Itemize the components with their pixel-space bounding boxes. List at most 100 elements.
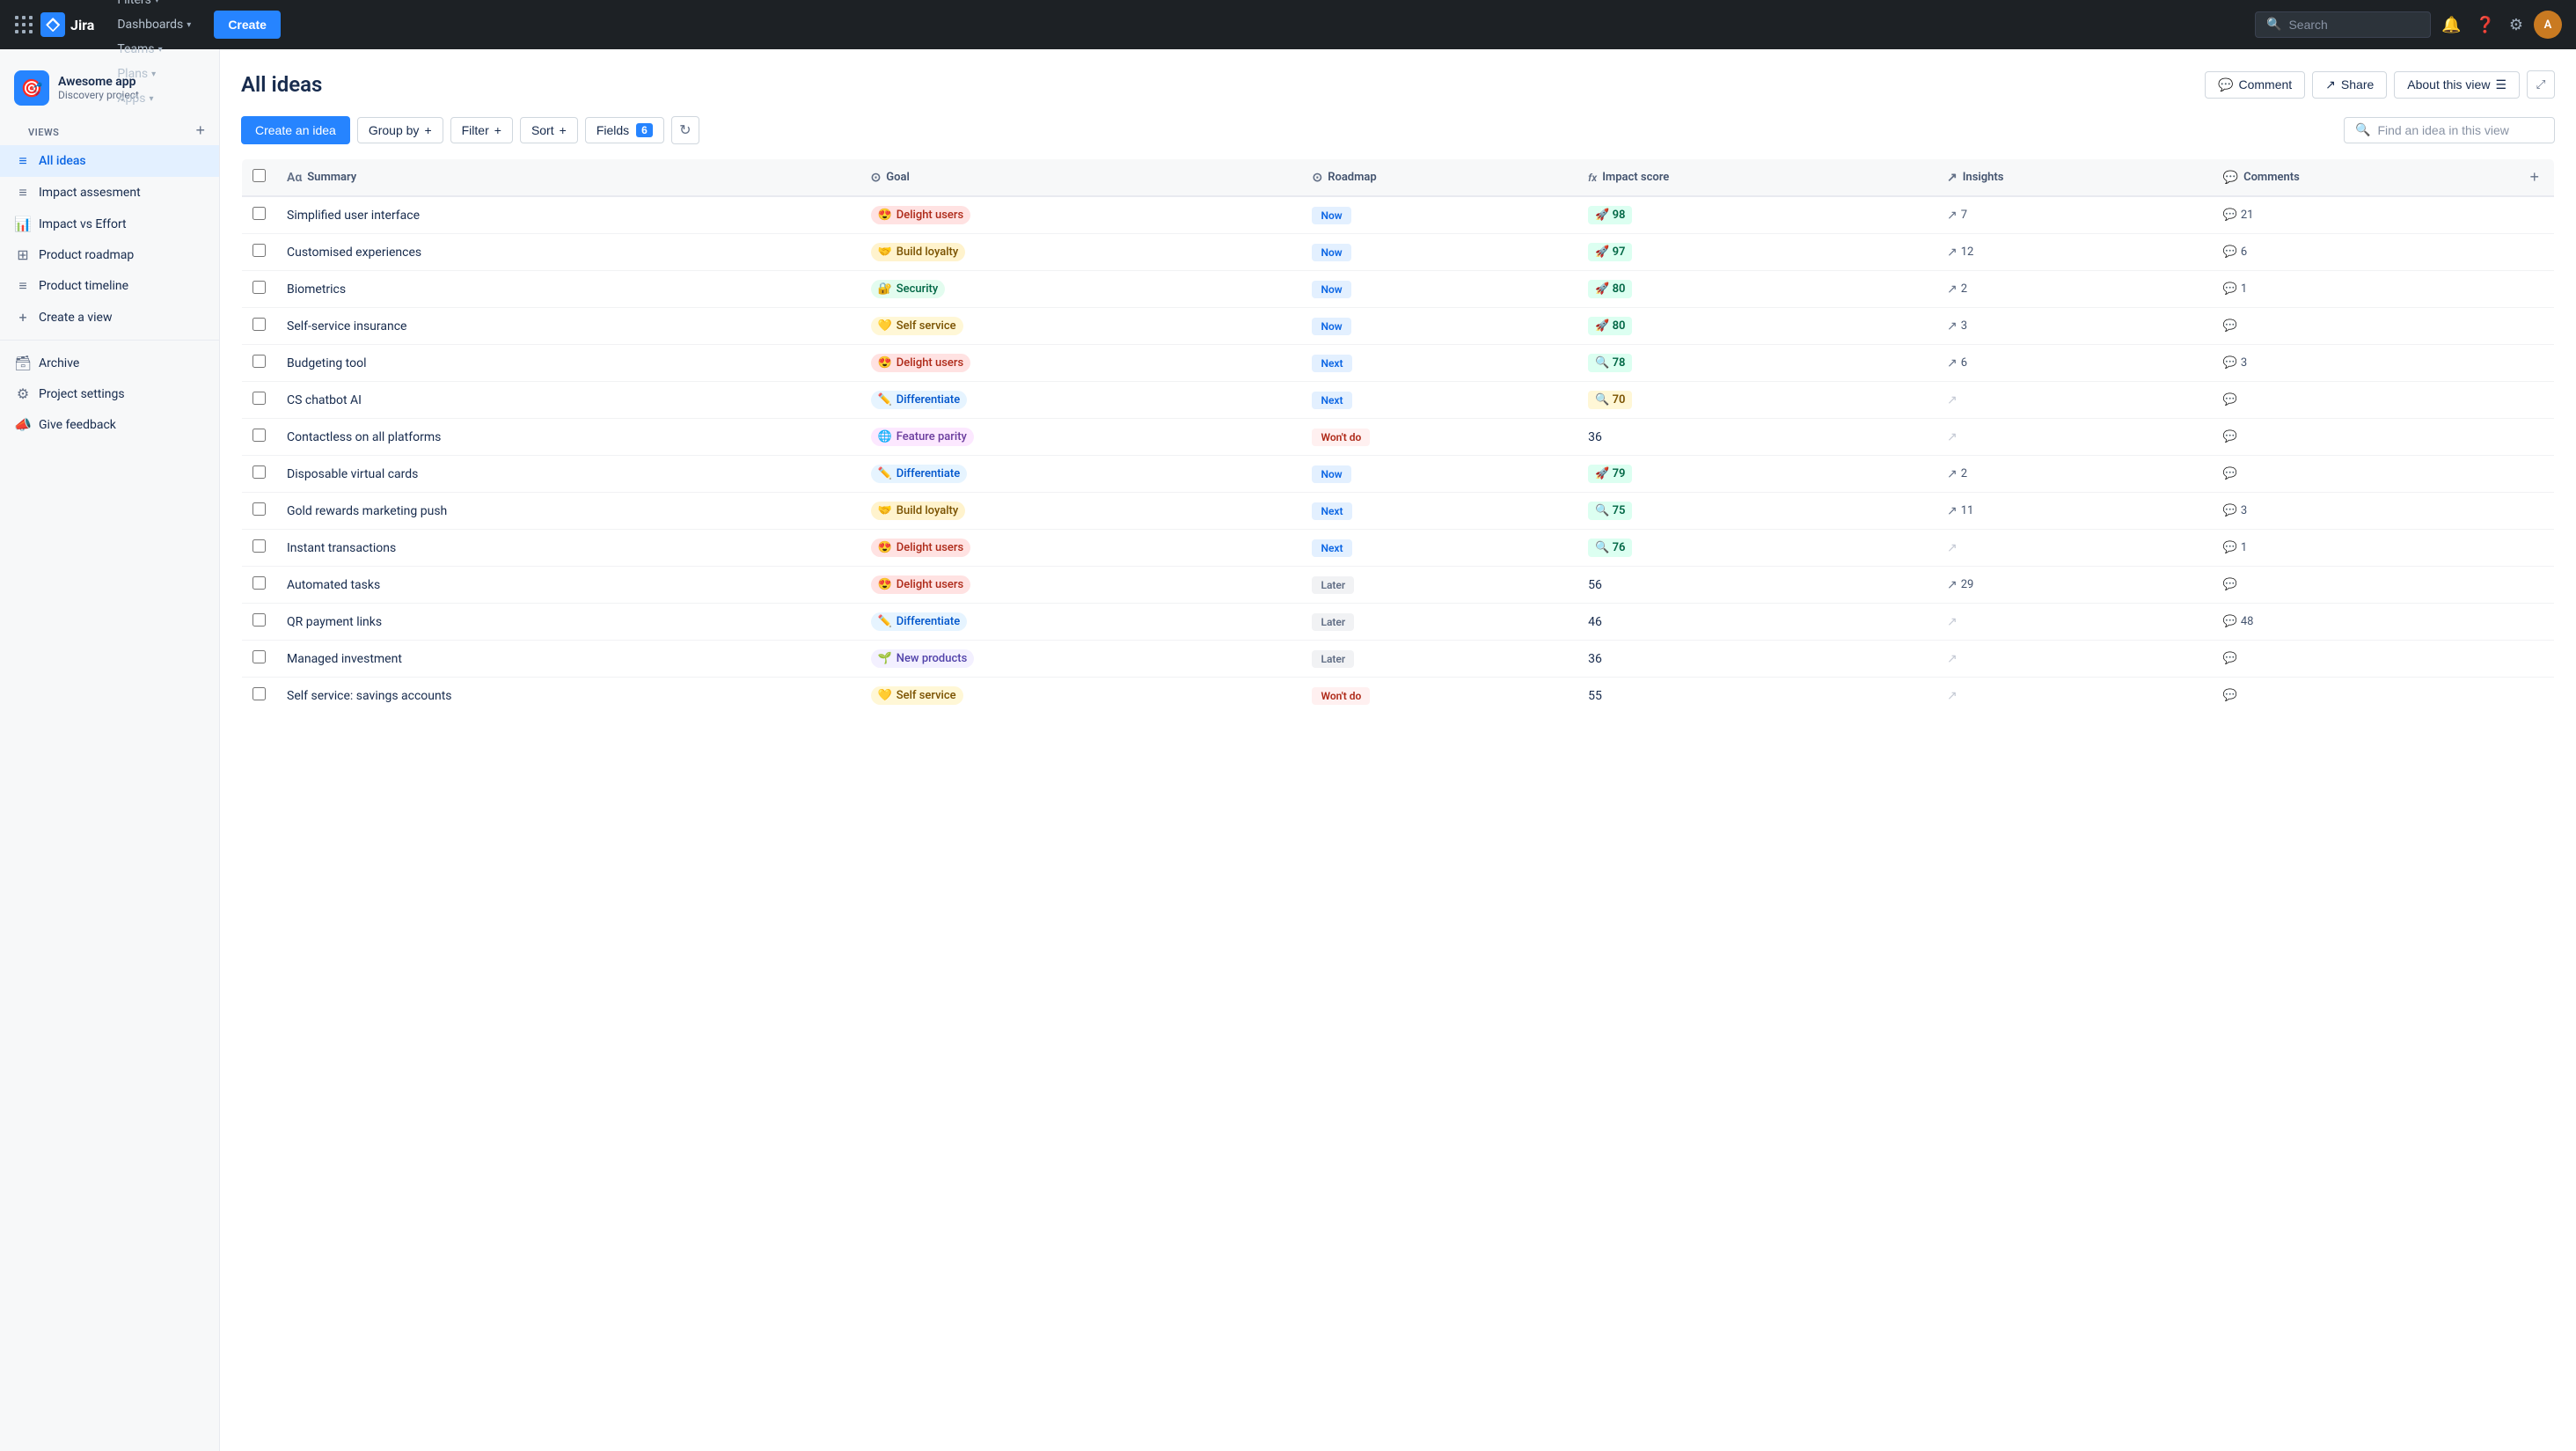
roadmap-badge[interactable]: Won't do xyxy=(1312,429,1370,446)
row-checkbox[interactable] xyxy=(252,281,266,294)
roadmap-badge[interactable]: Later xyxy=(1312,613,1354,631)
roadmap-badge[interactable]: Later xyxy=(1312,650,1354,668)
row-checkbox[interactable] xyxy=(252,539,266,553)
roadmap-badge[interactable]: Next xyxy=(1312,392,1351,409)
sidebar-bottom: 🗃Archive⚙Project settings📣Give feedback xyxy=(0,348,219,440)
row-summary-cell[interactable]: Biometrics xyxy=(276,271,860,308)
goal-badge[interactable]: ✏️ Differentiate xyxy=(871,391,968,409)
select-all-checkbox[interactable] xyxy=(252,169,266,182)
add-column-button[interactable]: + xyxy=(2530,168,2540,187)
roadmap-badge[interactable]: Later xyxy=(1312,576,1354,594)
search-input[interactable] xyxy=(2288,18,2419,32)
row-summary-cell[interactable]: Customised experiences xyxy=(276,234,860,271)
insights-empty: ↗ xyxy=(1947,689,2202,703)
add-view-button[interactable]: + xyxy=(195,121,205,140)
sidebar-item-project-settings[interactable]: ⚙Project settings xyxy=(0,378,219,409)
row-summary-cell[interactable]: QR payment links xyxy=(276,604,860,641)
row-checkbox[interactable] xyxy=(252,429,266,442)
sort-button[interactable]: Sort + xyxy=(520,117,578,143)
row-checkbox[interactable] xyxy=(252,318,266,331)
roadmap-badge[interactable]: Next xyxy=(1312,355,1351,372)
nav-items: Your work▾Projects▾Filters▾Dashboards▾Te… xyxy=(108,0,200,111)
find-idea-input[interactable] xyxy=(2377,123,2543,137)
row-checkbox[interactable] xyxy=(252,687,266,700)
goal-label: Feature parity xyxy=(896,430,967,443)
goal-badge[interactable]: 🔐 Security xyxy=(871,280,946,298)
goal-badge[interactable]: 😍 Delight users xyxy=(871,206,971,224)
row-summary-cell[interactable]: Gold rewards marketing push xyxy=(276,493,860,530)
help-icon[interactable]: ❓ xyxy=(2471,12,2498,38)
sidebar-item-impact-assesment[interactable]: ≡Impact assesment xyxy=(0,177,219,209)
group-by-button[interactable]: Group by + xyxy=(357,117,443,143)
row-checkbox[interactable] xyxy=(252,613,266,627)
goal-badge[interactable]: 🤝 Build loyalty xyxy=(871,502,966,520)
goal-emoji: 🤝 xyxy=(878,245,892,259)
row-checkbox[interactable] xyxy=(252,355,266,368)
row-checkbox[interactable] xyxy=(252,650,266,663)
goal-badge[interactable]: 🌱 New products xyxy=(871,649,975,668)
goal-badge[interactable]: ✏️ Differentiate xyxy=(871,612,968,631)
row-checkbox[interactable] xyxy=(252,465,266,479)
row-summary-cell[interactable]: Instant transactions xyxy=(276,530,860,567)
row-checkbox[interactable] xyxy=(252,392,266,405)
row-summary-cell[interactable]: Disposable virtual cards xyxy=(276,456,860,493)
nav-item-dashboards[interactable]: Dashboards▾ xyxy=(108,12,200,37)
comment-button[interactable]: 💬 Comment xyxy=(2205,71,2305,99)
sidebar-item-product-roadmap[interactable]: ⊞Product roadmap xyxy=(0,239,219,270)
row-summary-cell[interactable]: Automated tasks xyxy=(276,567,860,604)
roadmap-badge[interactable]: Now xyxy=(1312,244,1350,261)
refresh-button[interactable]: ↻ xyxy=(671,116,699,144)
row-summary-cell[interactable]: Self-service insurance xyxy=(276,308,860,345)
sidebar-item-impact-vs-effort[interactable]: 📊Impact vs Effort xyxy=(0,209,219,239)
user-avatar[interactable]: A xyxy=(2534,11,2562,39)
row-summary-cell[interactable]: Simplified user interface xyxy=(276,196,860,234)
app-grid-button[interactable] xyxy=(14,15,33,34)
create-button[interactable]: Create xyxy=(214,11,281,39)
sidebar-item-product-timeline[interactable]: ≡Product timeline xyxy=(0,270,219,302)
sidebar-item-give-feedback[interactable]: 📣Give feedback xyxy=(0,409,219,440)
sidebar-item-all-ideas[interactable]: ≡All ideas xyxy=(0,145,219,177)
about-view-button[interactable]: About this view ☰ xyxy=(2394,71,2520,99)
expand-button[interactable]: ⤢ xyxy=(2527,70,2555,99)
goal-badge[interactable]: 💛 Self service xyxy=(871,317,963,335)
notifications-icon[interactable]: 🔔 xyxy=(2438,12,2464,38)
roadmap-badge[interactable]: Now xyxy=(1312,465,1350,483)
row-summary-cell[interactable]: CS chatbot AI xyxy=(276,382,860,419)
row-summary-cell[interactable]: Contactless on all platforms xyxy=(276,419,860,456)
goal-badge[interactable]: 💛 Self service xyxy=(871,686,963,705)
row-checkbox[interactable] xyxy=(252,502,266,516)
roadmap-badge[interactable]: Now xyxy=(1312,281,1350,298)
filter-button[interactable]: Filter + xyxy=(450,117,513,143)
search-bar[interactable]: 🔍 xyxy=(2255,11,2431,38)
roadmap-badge[interactable]: Next xyxy=(1312,502,1351,520)
nav-item-teams[interactable]: Teams▾ xyxy=(108,37,200,62)
sidebar-item-create-view[interactable]: +Create a view xyxy=(0,302,219,333)
goal-badge[interactable]: 🤝 Build loyalty xyxy=(871,243,966,261)
roadmap-badge[interactable]: Now xyxy=(1312,318,1350,335)
roadmap-badge[interactable]: Won't do xyxy=(1312,687,1370,705)
row-checkbox[interactable] xyxy=(252,244,266,257)
goal-label: Delight users xyxy=(896,356,963,370)
goal-badge[interactable]: 😍 Delight users xyxy=(871,575,971,594)
settings-icon[interactable]: ⚙ xyxy=(2506,12,2527,38)
roadmap-badge[interactable]: Next xyxy=(1312,539,1351,557)
jira-logo[interactable]: Jira xyxy=(40,12,94,37)
roadmap-badge[interactable]: Now xyxy=(1312,207,1350,224)
nav-item-filters[interactable]: Filters▾ xyxy=(108,0,200,12)
goal-label: New products xyxy=(896,652,968,665)
row-summary-cell[interactable]: Self service: savings accounts xyxy=(276,678,860,715)
goal-badge[interactable]: 😍 Delight users xyxy=(871,539,971,557)
row-checkbox[interactable] xyxy=(252,576,266,590)
fields-button[interactable]: Fields 6 xyxy=(585,117,664,143)
goal-badge[interactable]: 😍 Delight users xyxy=(871,354,971,372)
row-summary-cell[interactable]: Managed investment xyxy=(276,641,860,678)
goal-badge[interactable]: 🌐 Feature parity xyxy=(871,428,974,446)
goal-badge[interactable]: ✏️ Differentiate xyxy=(871,465,968,483)
nav-item-plans[interactable]: Plans▾ xyxy=(108,62,200,86)
share-button[interactable]: ↗ Share xyxy=(2312,71,2387,99)
nav-item-apps[interactable]: Apps▾ xyxy=(108,86,200,111)
sidebar-item-archive[interactable]: 🗃Archive xyxy=(0,348,219,378)
create-idea-button[interactable]: Create an idea xyxy=(241,116,350,144)
row-summary-cell[interactable]: Budgeting tool xyxy=(276,345,860,382)
row-checkbox[interactable] xyxy=(252,207,266,220)
